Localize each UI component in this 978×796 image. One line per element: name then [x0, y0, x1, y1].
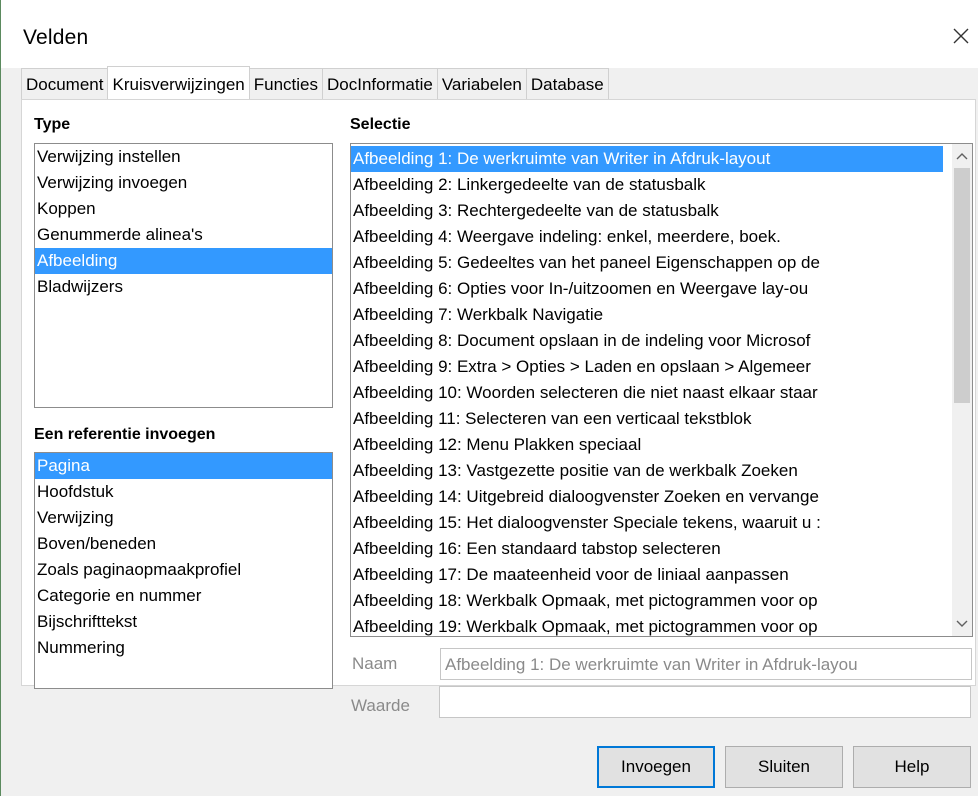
list-item[interactable]: Koppen — [35, 196, 332, 222]
list-item[interactable]: Genummerde alinea's — [35, 222, 332, 248]
list-item[interactable]: Afbeelding 5: Gedeeltes van het paneel E… — [351, 250, 943, 276]
list-item[interactable]: Afbeelding 12: Menu Plakken speciaal — [351, 432, 943, 458]
list-item[interactable]: Verwijzing instellen — [35, 144, 332, 170]
tab-variabelen[interactable]: Variabelen — [436, 68, 527, 100]
waarde-label: Waarde — [351, 696, 410, 715]
tab-bar: Document Kruisverwijzingen Functies DocI… — [21, 66, 609, 100]
list-item[interactable]: Afbeelding 3: Rechtergedeelte van de sta… — [351, 198, 943, 224]
tab-kruisverwijzingen[interactable]: Kruisverwijzingen — [107, 66, 250, 100]
selection-label: Selectie — [350, 116, 411, 133]
list-item[interactable]: Afbeelding 13: Vastgezette positie van d… — [351, 458, 943, 484]
type-label: Type — [34, 116, 71, 133]
list-item[interactable]: Verwijzing — [35, 505, 332, 531]
list-item[interactable]: Afbeelding 6: Opties voor In-/uitzoomen … — [351, 276, 943, 302]
fields-dialog: Velden Document Kruisverwijzingen Functi… — [0, 0, 978, 796]
list-item[interactable]: Afbeelding 18: Werkbalk Opmaak, met pict… — [351, 588, 943, 614]
list-item[interactable]: Bladwijzers — [35, 274, 332, 300]
waarde-field[interactable] — [439, 686, 971, 718]
close-button[interactable]: Sluiten — [725, 746, 843, 788]
list-item[interactable]: Afbeelding 16: Een standaard tabstop sel… — [351, 536, 943, 562]
insert-button[interactable]: Invoegen — [597, 746, 715, 788]
dialog-title: Velden — [23, 26, 89, 49]
list-item[interactable]: Afbeelding — [35, 248, 332, 274]
list-item[interactable]: Boven/beneden — [35, 531, 332, 557]
chevron-up-icon[interactable] — [952, 146, 972, 166]
list-item[interactable]: Nummering — [35, 635, 332, 661]
title-bar: Velden — [1, 0, 978, 68]
list-item[interactable]: Afbeelding 10: Woorden selecteren die ni… — [351, 380, 943, 406]
list-item[interactable]: Afbeelding 1: De werkruimte van Writer i… — [351, 146, 943, 172]
list-item[interactable]: Afbeelding 2: Linkergedeelte van de stat… — [351, 172, 943, 198]
selection-list[interactable]: Afbeelding 1: De werkruimte van Writer i… — [350, 143, 973, 637]
tab-database[interactable]: Database — [525, 68, 609, 100]
type-list[interactable]: Verwijzing instellen Verwijzing invoegen… — [34, 143, 333, 408]
list-item[interactable]: Afbeelding 19: Werkbalk Opmaak, met pict… — [351, 614, 943, 636]
list-item[interactable]: Afbeelding 15: Het dialoogvenster Specia… — [351, 510, 943, 536]
vertical-scrollbar[interactable] — [952, 144, 972, 636]
list-item[interactable]: Categorie en nummer — [35, 583, 332, 609]
list-item[interactable]: Afbeelding 4: Weergave indeling: enkel, … — [351, 224, 943, 250]
list-item[interactable]: Afbeelding 7: Werkbalk Navigatie — [351, 302, 943, 328]
list-item[interactable]: Afbeelding 14: Uitgebreid dialoogvenster… — [351, 484, 943, 510]
list-item[interactable]: Verwijzing invoegen — [35, 170, 332, 196]
reference-label: Een referentie invoegen — [34, 426, 216, 443]
list-item[interactable]: Afbeelding 11: Selecteren van een vertic… — [351, 406, 943, 432]
tab-panel: Type Verwijzing instellen Verwijzing inv… — [21, 99, 976, 689]
naam-label: Naam — [352, 654, 398, 673]
list-item[interactable]: Afbeelding 9: Extra > Opties > Laden en … — [351, 354, 943, 380]
list-item[interactable]: Afbeelding 8: Document opslaan in de ind… — [351, 328, 943, 354]
tab-functies[interactable]: Functies — [248, 68, 324, 100]
list-item[interactable]: Zoals paginaopmaakprofiel — [35, 557, 332, 583]
chevron-down-icon[interactable] — [952, 614, 972, 634]
list-item[interactable]: Hoofdstuk — [35, 479, 332, 505]
reference-list[interactable]: Pagina Hoofdstuk Verwijzing Boven/benede… — [34, 452, 333, 689]
tab-docinformatie[interactable]: DocInformatie — [322, 68, 438, 100]
close-icon[interactable] — [949, 24, 973, 48]
tab-document[interactable]: Document — [21, 68, 109, 100]
list-item[interactable]: Bijschrifttekst — [35, 609, 332, 635]
list-item[interactable]: Afbeelding 17: De maateenheid voor de li… — [351, 562, 943, 588]
naam-field[interactable]: Afbeelding 1: De werkruimte van Writer i… — [440, 648, 972, 680]
help-button[interactable]: Help — [853, 746, 971, 788]
scrollbar-thumb[interactable] — [954, 168, 970, 403]
list-item[interactable]: Pagina — [35, 453, 332, 479]
